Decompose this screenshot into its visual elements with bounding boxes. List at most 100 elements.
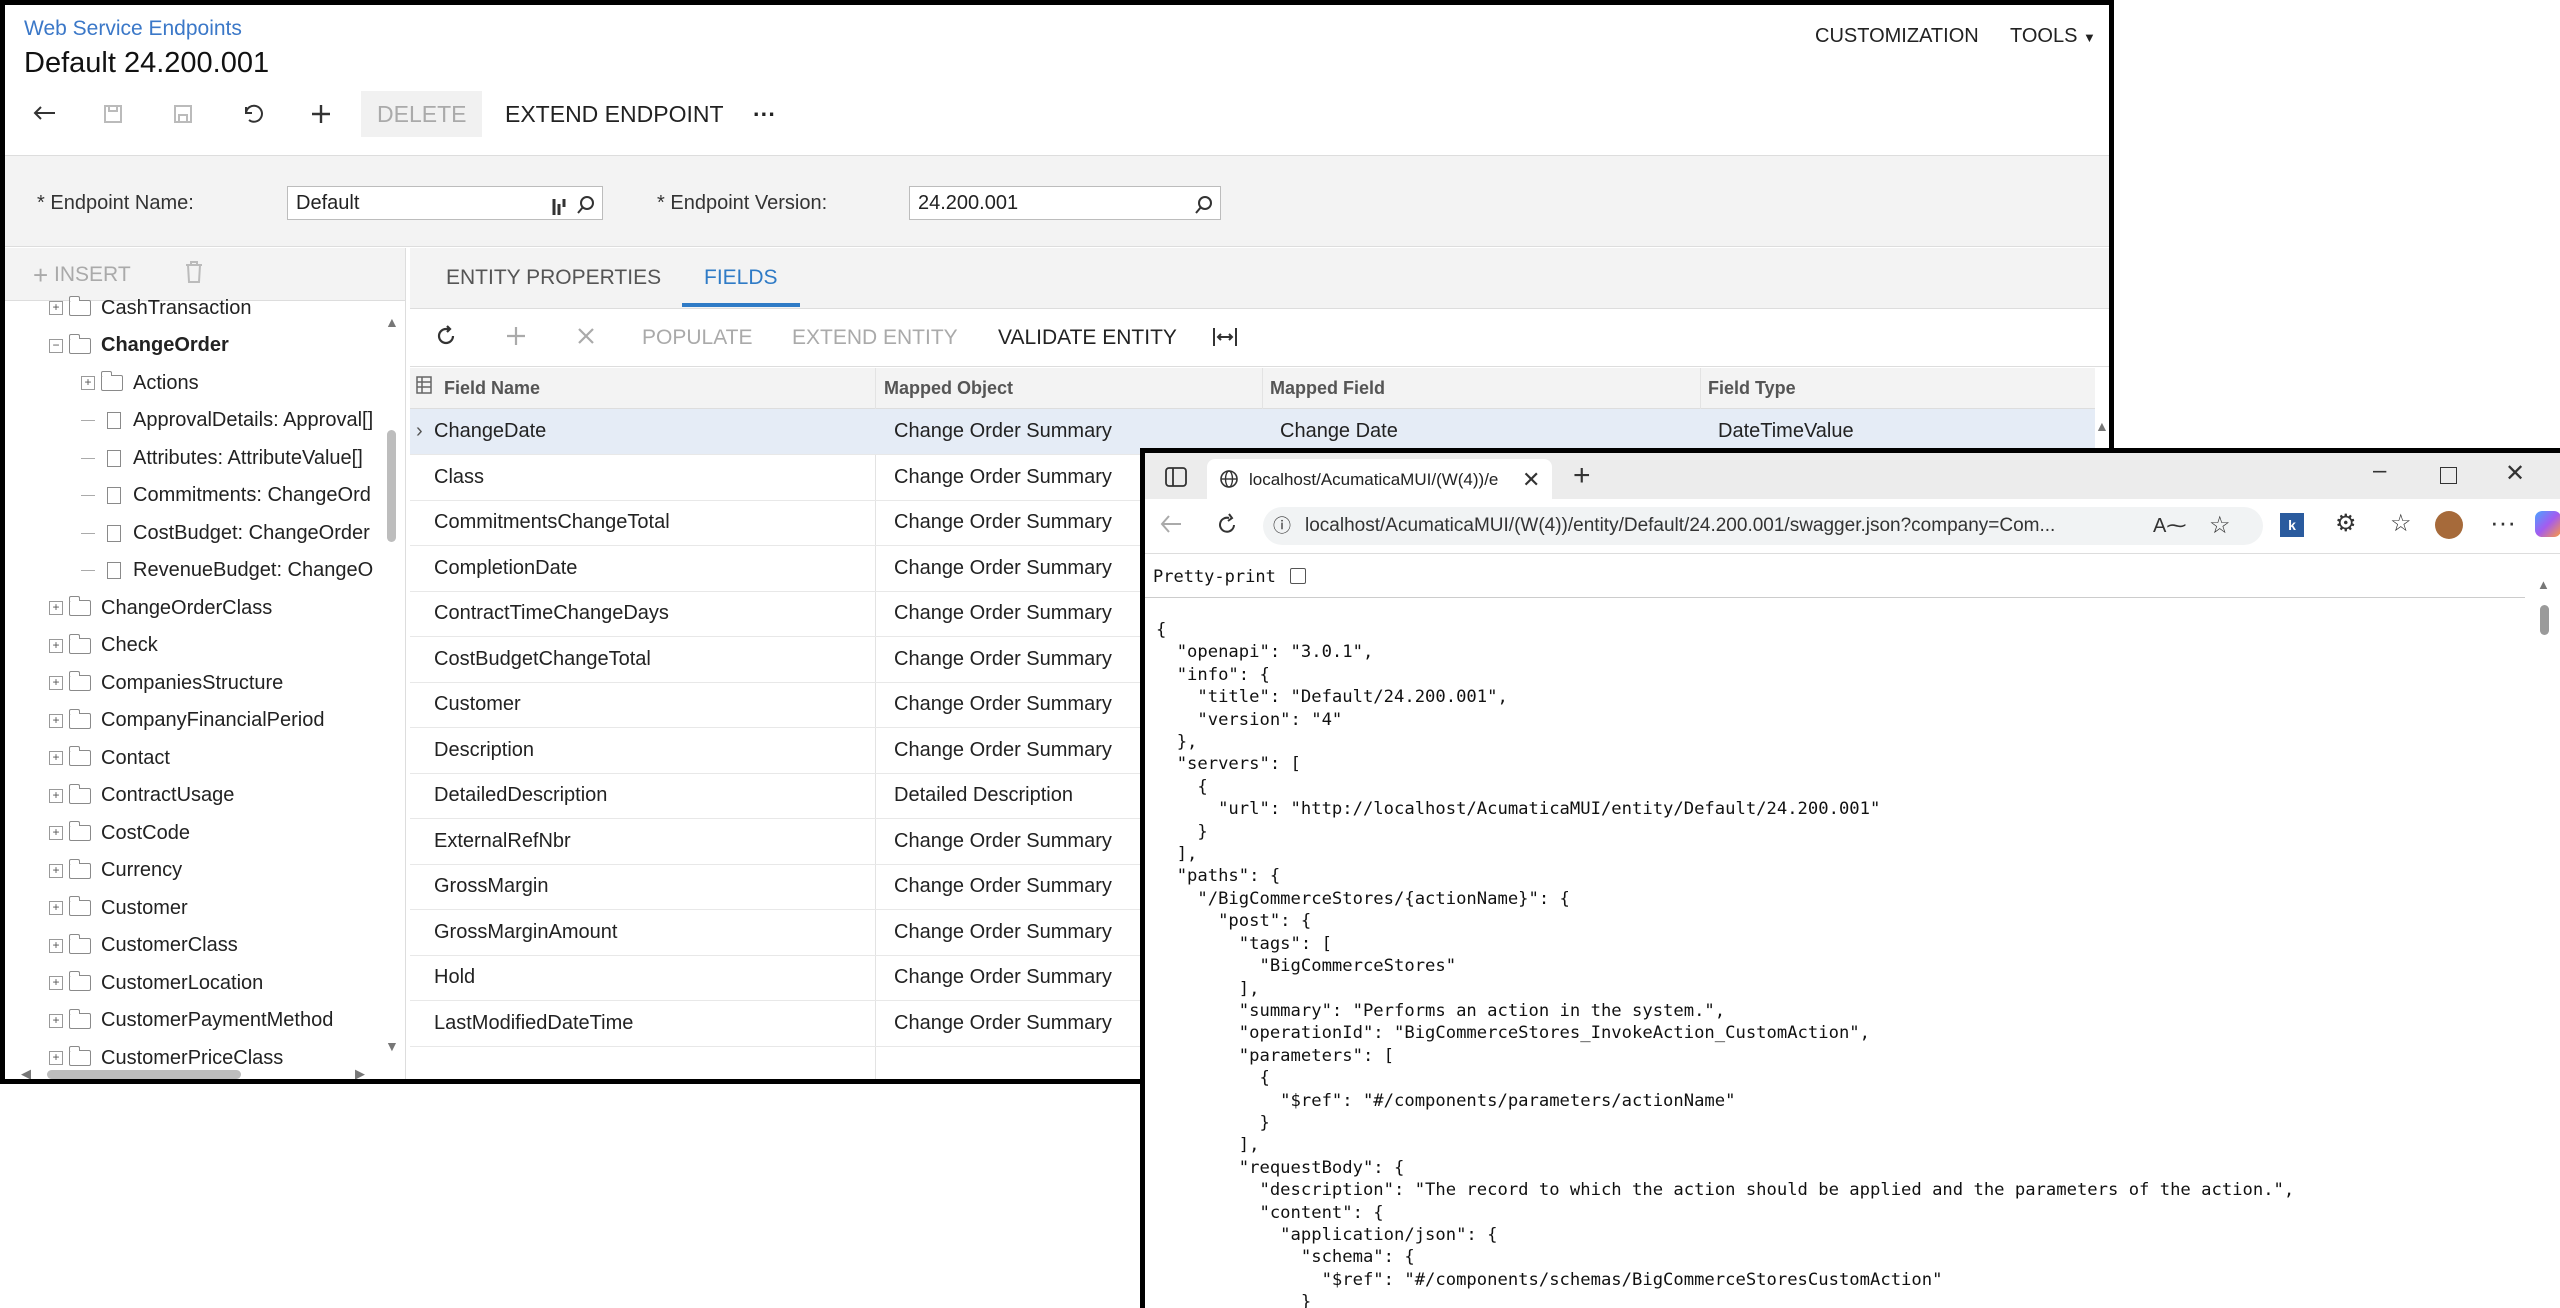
tree-node[interactable]: + CompaniesStructure <box>49 665 283 701</box>
endpoint-version-input[interactable]: 24.200.001 <box>909 186 1221 220</box>
collapse-icon[interactable]: − <box>49 338 63 353</box>
search-icon[interactable] <box>1194 193 1214 225</box>
tree-node[interactable]: RevenueBudget: ChangeO <box>81 553 373 589</box>
tab-fields[interactable]: FIELDS <box>704 266 778 290</box>
expand-icon[interactable]: + <box>81 376 95 390</box>
tree-node[interactable]: + CustomerClass <box>49 928 238 964</box>
tree-node[interactable]: + CostCode <box>49 815 190 851</box>
save-close-icon[interactable] <box>93 91 133 137</box>
back-icon[interactable] <box>1159 513 1183 540</box>
customization-menu[interactable]: CUSTOMIZATION <box>1815 25 1979 48</box>
tree-node[interactable]: CostBudget: ChangeOrder <box>81 515 370 551</box>
tree-vertical-scrollbar[interactable] <box>387 430 396 542</box>
tree-node[interactable]: + CustomerPaymentMethod <box>49 1003 333 1039</box>
expand-icon[interactable]: + <box>49 901 63 915</box>
avatar[interactable] <box>2435 511 2463 539</box>
expand-icon[interactable]: + <box>49 601 63 615</box>
new-tab-icon[interactable]: + <box>1573 459 1591 493</box>
grid-header: Field Name Mapped Object Mapped Field Fi… <box>410 368 2095 409</box>
address-input[interactable]: ⓘ localhost/AcumaticaMUI/(W(4))/entity/D… <box>1263 507 2263 545</box>
tree-node[interactable]: ApprovalDetails: Approval[] <box>81 403 373 439</box>
endpoint-name-input[interactable]: Default <box>287 186 603 220</box>
tree-node[interactable]: − ChangeOrder <box>49 328 229 364</box>
expand-icon[interactable]: + <box>49 826 63 840</box>
extend-entity-button[interactable]: EXTEND ENTITY <box>792 326 958 350</box>
save-icon[interactable] <box>163 91 203 137</box>
undo-icon[interactable] <box>233 91 273 137</box>
extension-icon[interactable]: k <box>2280 513 2304 537</box>
column-header-field-name[interactable]: Field Name <box>444 378 540 399</box>
back-icon[interactable] <box>25 91 65 137</box>
puzzle-extensions-icon[interactable]: ⚙ <box>2335 509 2357 538</box>
expand-icon[interactable]: + <box>49 751 63 765</box>
delete-button[interactable]: DELETE <box>361 91 483 137</box>
sidebar-toggle-icon[interactable] <box>1165 467 1187 492</box>
browser-tab[interactable]: localhost/AcumaticaMUI/(W(4))/e ✕ <box>1207 459 1552 499</box>
validate-entity-button[interactable]: VALIDATE ENTITY <box>998 326 1177 350</box>
expand-icon[interactable]: + <box>49 301 63 315</box>
read-aloud-icon[interactable]: A⁓ <box>2153 507 2186 545</box>
json-line: "openapi": "3.0.1", <box>1156 642 1374 663</box>
delete-row-icon[interactable] <box>574 324 598 353</box>
pretty-print-checkbox[interactable] <box>1290 568 1307 584</box>
add-icon[interactable] <box>301 91 341 137</box>
tree-node[interactable]: Commitments: ChangeOrd <box>81 478 371 514</box>
tree-node[interactable]: + CashTransaction <box>49 290 251 326</box>
maximize-icon[interactable] <box>2440 467 2457 484</box>
expand-icon[interactable]: + <box>49 1013 63 1028</box>
json-scroll-up-icon[interactable]: ▲ <box>2537 577 2550 592</box>
tree-scroll-up-icon[interactable]: ▲ <box>385 314 399 330</box>
expand-icon[interactable]: + <box>49 676 63 690</box>
expand-icon[interactable]: + <box>49 863 63 878</box>
tree-scroll-down-icon[interactable]: ▼ <box>385 1038 399 1054</box>
close-window-icon[interactable]: ✕ <box>2505 459 2525 488</box>
populate-button[interactable]: POPULATE <box>642 326 752 350</box>
expand-icon[interactable]: + <box>49 713 63 728</box>
tree-node[interactable]: + Currency <box>49 853 182 889</box>
tree-scroll-right-icon[interactable]: ▶ <box>355 1066 365 1079</box>
site-info-icon[interactable]: ⓘ <box>1273 507 1291 545</box>
minimize-icon[interactable]: – <box>2373 457 2386 485</box>
breadcrumb[interactable]: Web Service Endpoints <box>24 17 242 41</box>
tab-entity-properties[interactable]: ENTITY PROPERTIES <box>446 266 661 290</box>
column-header-field-type[interactable]: Field Type <box>1708 378 1796 399</box>
column-header-mapped-object[interactable]: Mapped Object <box>884 378 1013 399</box>
close-tab-icon[interactable]: ✕ <box>1522 467 1540 493</box>
column-settings-icon[interactable] <box>416 376 432 399</box>
tree-node[interactable]: + CustomerLocation <box>49 965 263 1001</box>
reload-icon[interactable] <box>1215 513 1239 542</box>
expand-icon[interactable]: + <box>49 788 63 803</box>
expand-icon[interactable]: + <box>49 938 63 953</box>
extend-endpoint-button[interactable]: EXTEND ENDPOINT <box>505 91 724 137</box>
tree-node[interactable]: + Actions <box>81 365 199 401</box>
expand-icon[interactable]: + <box>49 976 63 990</box>
tree-node[interactable]: + ContractUsage <box>49 778 234 814</box>
expand-icon[interactable]: + <box>49 638 63 653</box>
tree-horizontal-scrollbar[interactable] <box>47 1070 241 1079</box>
more-button[interactable]: ··· <box>753 91 776 137</box>
copilot-icon[interactable] <box>2535 511 2560 537</box>
tree-node[interactable]: + Check <box>49 628 158 664</box>
column-header-mapped-field[interactable]: Mapped Field <box>1270 378 1385 399</box>
tree-node[interactable]: + Customer <box>49 890 188 926</box>
favorites-icon[interactable]: ☆ <box>2390 509 2412 538</box>
tree-node[interactable]: Attributes: AttributeValue[] <box>81 440 363 476</box>
tools-menu[interactable]: TOOLS ▼ <box>2010 25 2096 48</box>
add-row-icon[interactable] <box>504 324 528 353</box>
search-icon[interactable] <box>576 193 596 225</box>
tree-node[interactable]: + ChangeOrderClass <box>49 590 272 626</box>
grid-scroll-up-icon[interactable]: ▲ <box>2095 418 2109 434</box>
trash-icon[interactable] <box>185 260 203 289</box>
browser-menu-icon[interactable]: ··· <box>2490 507 2516 538</box>
tree-scroll-left-icon[interactable]: ◀ <box>21 1066 31 1079</box>
json-vertical-scrollbar[interactable] <box>2540 605 2549 635</box>
browser-tab-strip: localhost/AcumaticaMUI/(W(4))/e ✕ + – ✕ <box>1145 453 2560 499</box>
tree-node[interactable]: + CompanyFinancialPeriod <box>49 703 324 739</box>
fit-columns-icon[interactable] <box>1212 326 1238 353</box>
favorite-star-icon[interactable]: ☆ <box>2209 507 2231 545</box>
tree-node[interactable]: + Contact <box>49 740 170 776</box>
expand-icon[interactable]: + <box>49 1051 63 1065</box>
refresh-icon[interactable] <box>434 324 458 353</box>
tree-insert-button[interactable]: + INSERT <box>33 260 131 291</box>
hierarchy-icon[interactable] <box>552 194 568 226</box>
